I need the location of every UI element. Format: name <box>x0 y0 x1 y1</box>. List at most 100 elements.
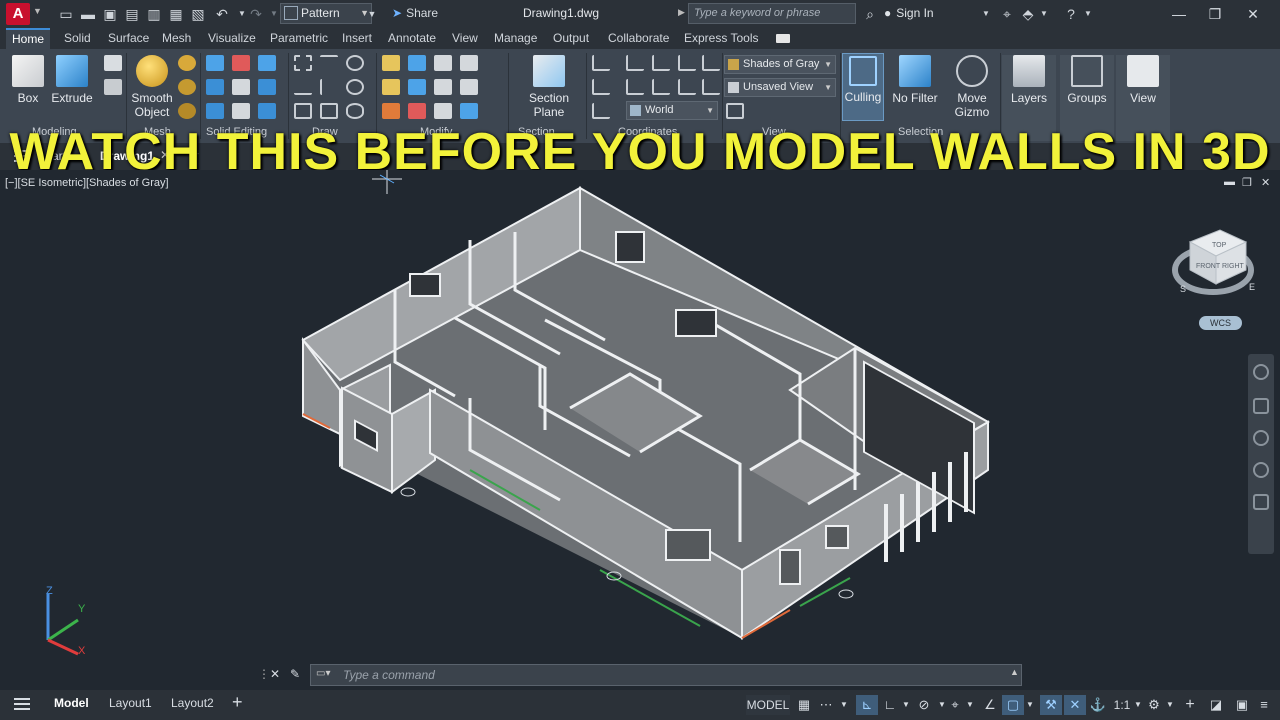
sign-in-caret-icon[interactable]: ▼ <box>980 4 992 24</box>
tab-solid[interactable]: Solid <box>58 28 97 49</box>
viewport-config-icon[interactable] <box>726 103 744 119</box>
mesh-refine-icon[interactable] <box>178 103 196 119</box>
polysolid-icon[interactable] <box>104 55 122 71</box>
annotation-scale-icon[interactable]: ⚓ <box>1088 695 1108 715</box>
tab-annotate[interactable]: Annotate <box>382 28 442 49</box>
ucs-object-icon[interactable] <box>702 55 720 71</box>
tab-view[interactable]: View <box>446 28 484 49</box>
lineweight-icon[interactable]: ∠ <box>980 695 1000 715</box>
tab-collaborate[interactable]: Collaborate <box>602 28 675 49</box>
object-snap-tracking-icon[interactable]: ⌖ <box>944 695 966 715</box>
polar-caret-icon[interactable]: ▼ <box>900 695 912 715</box>
tab-parametric[interactable]: Parametric <box>264 28 334 49</box>
exchange-icon[interactable]: ⬘ <box>1018 4 1038 24</box>
help-icon[interactable]: ? <box>1062 4 1080 24</box>
tab-surface[interactable]: Surface <box>102 28 155 49</box>
ellipse-icon[interactable] <box>346 103 364 119</box>
ortho-icon[interactable]: ∟ <box>880 695 900 715</box>
union-icon[interactable] <box>206 55 224 71</box>
no-filter-button[interactable]: No Filter <box>888 55 942 119</box>
pan-icon[interactable] <box>1253 398 1269 414</box>
redo-icon[interactable]: ↷ <box>246 4 266 24</box>
isolate-objects-icon[interactable]: ◪ <box>1206 695 1226 715</box>
mesh-smooth-more-icon[interactable] <box>178 55 196 71</box>
thicken-icon[interactable] <box>232 79 250 95</box>
clean-screen-icon[interactable]: ▣ <box>1232 695 1252 715</box>
model-tab[interactable]: Model <box>54 696 89 710</box>
visual-style-dropdown[interactable]: Shades of Gray ▼ <box>724 55 836 74</box>
minimize-icon[interactable]: — <box>1162 2 1196 26</box>
help-search-input[interactable]: Type a keyword or phrase <box>688 3 856 24</box>
intersect-icon[interactable] <box>258 55 276 71</box>
array-icon[interactable] <box>460 103 478 119</box>
circle-icon[interactable] <box>346 79 364 95</box>
move-gizmo-button[interactable]: Move Gizmo <box>946 55 998 119</box>
new-layout-icon[interactable]: + <box>232 692 243 713</box>
drawing-viewport[interactable]: [−][SE Isometric][Shades of Gray] ▬ ❐ ✕ <box>0 170 1280 662</box>
showmotion-icon[interactable] <box>1253 494 1269 510</box>
tab-home[interactable]: Home <box>6 28 51 49</box>
share-button[interactable]: ➤ Share <box>392 6 438 20</box>
zoom-icon[interactable] <box>1253 430 1269 446</box>
erase-icon[interactable] <box>382 103 400 119</box>
offset-icon[interactable] <box>434 103 452 119</box>
save-web-icon[interactable]: ▦ <box>166 4 186 24</box>
spline-icon[interactable] <box>294 79 312 95</box>
polygon-icon[interactable] <box>294 103 312 119</box>
ucs-previous-icon[interactable] <box>652 55 670 71</box>
ucs-3point-icon[interactable] <box>702 79 720 95</box>
layout2-tab[interactable]: Layout2 <box>171 696 214 710</box>
selection-cycling-icon[interactable]: ▢ <box>1002 695 1024 715</box>
fillet-icon[interactable] <box>408 79 426 95</box>
plot-icon[interactable]: ▧ <box>188 4 208 24</box>
scale-icon[interactable] <box>460 79 478 95</box>
snap-caret-icon[interactable]: ▼ <box>838 695 850 715</box>
save-as-icon[interactable]: ▤ <box>122 4 142 24</box>
osnap-caret-icon[interactable]: ▼ <box>964 695 976 715</box>
open-web-icon[interactable]: ▥ <box>144 4 164 24</box>
tab-manage[interactable]: Manage <box>488 28 543 49</box>
extrude-button[interactable]: Extrude <box>44 55 100 119</box>
recent-commands-icon[interactable]: ▭▾ <box>316 668 330 679</box>
scale-caret-icon[interactable]: ▼ <box>1132 695 1144 715</box>
copy-icon[interactable] <box>434 55 452 71</box>
save-icon[interactable]: ▣ <box>100 4 120 24</box>
layout1-tab[interactable]: Layout1 <box>109 696 152 710</box>
trim-icon[interactable] <box>460 55 478 71</box>
interfere-icon[interactable] <box>258 79 276 95</box>
separate-icon[interactable] <box>258 103 276 119</box>
stretch-icon[interactable] <box>434 79 452 95</box>
steering-wheel-icon[interactable] <box>1253 364 1269 380</box>
app-menu-caret-icon[interactable]: ▼ <box>33 6 42 16</box>
xline-icon[interactable] <box>320 79 338 95</box>
ucs-x-icon[interactable] <box>626 79 644 95</box>
qat-customize-caret-icon[interactable]: ▼ <box>362 4 382 24</box>
new-file-icon[interactable]: ▭ <box>56 4 76 24</box>
grid-icon[interactable]: ▦ <box>794 695 814 715</box>
undo-icon[interactable]: ↶ <box>212 4 232 24</box>
gear-caret-icon[interactable]: ▼ <box>1164 695 1176 715</box>
workspace-dropdown[interactable]: Pattern ▼ <box>280 3 372 24</box>
app-logo-button[interactable]: A <box>6 3 30 25</box>
scale-value[interactable]: 1:1 <box>1110 695 1134 715</box>
tab-mesh[interactable]: Mesh <box>156 28 197 49</box>
selection-caret-icon[interactable]: ▼ <box>1024 695 1036 715</box>
subtract-icon[interactable] <box>232 55 250 71</box>
infer-constraints-icon[interactable]: ⊾ <box>856 695 878 715</box>
annotation-monitor-icon[interactable]: + <box>1180 695 1200 715</box>
polyline-icon[interactable] <box>320 55 338 71</box>
ucs-face-icon[interactable] <box>678 55 696 71</box>
smooth-object-button[interactable]: Smooth Object <box>124 55 180 119</box>
slice-icon[interactable] <box>206 79 224 95</box>
tab-visualize[interactable]: Visualize <box>202 28 262 49</box>
extract-edges-icon[interactable] <box>232 103 250 119</box>
named-view-dropdown[interactable]: Unsaved View ▼ <box>724 78 836 97</box>
command-input[interactable]: Type a command <box>310 664 1022 686</box>
search-icon[interactable]: ⌕ <box>860 4 880 24</box>
tab-insert[interactable]: Insert <box>336 28 378 49</box>
auto-scale-icon[interactable]: ✕ <box>1064 695 1086 715</box>
snap-icon[interactable]: ⋯ <box>816 695 836 715</box>
ucs-zaxis-icon[interactable] <box>592 103 610 119</box>
restore-icon[interactable]: ❐ <box>1198 2 1232 26</box>
customization-icon[interactable]: ≡ <box>1254 695 1274 715</box>
